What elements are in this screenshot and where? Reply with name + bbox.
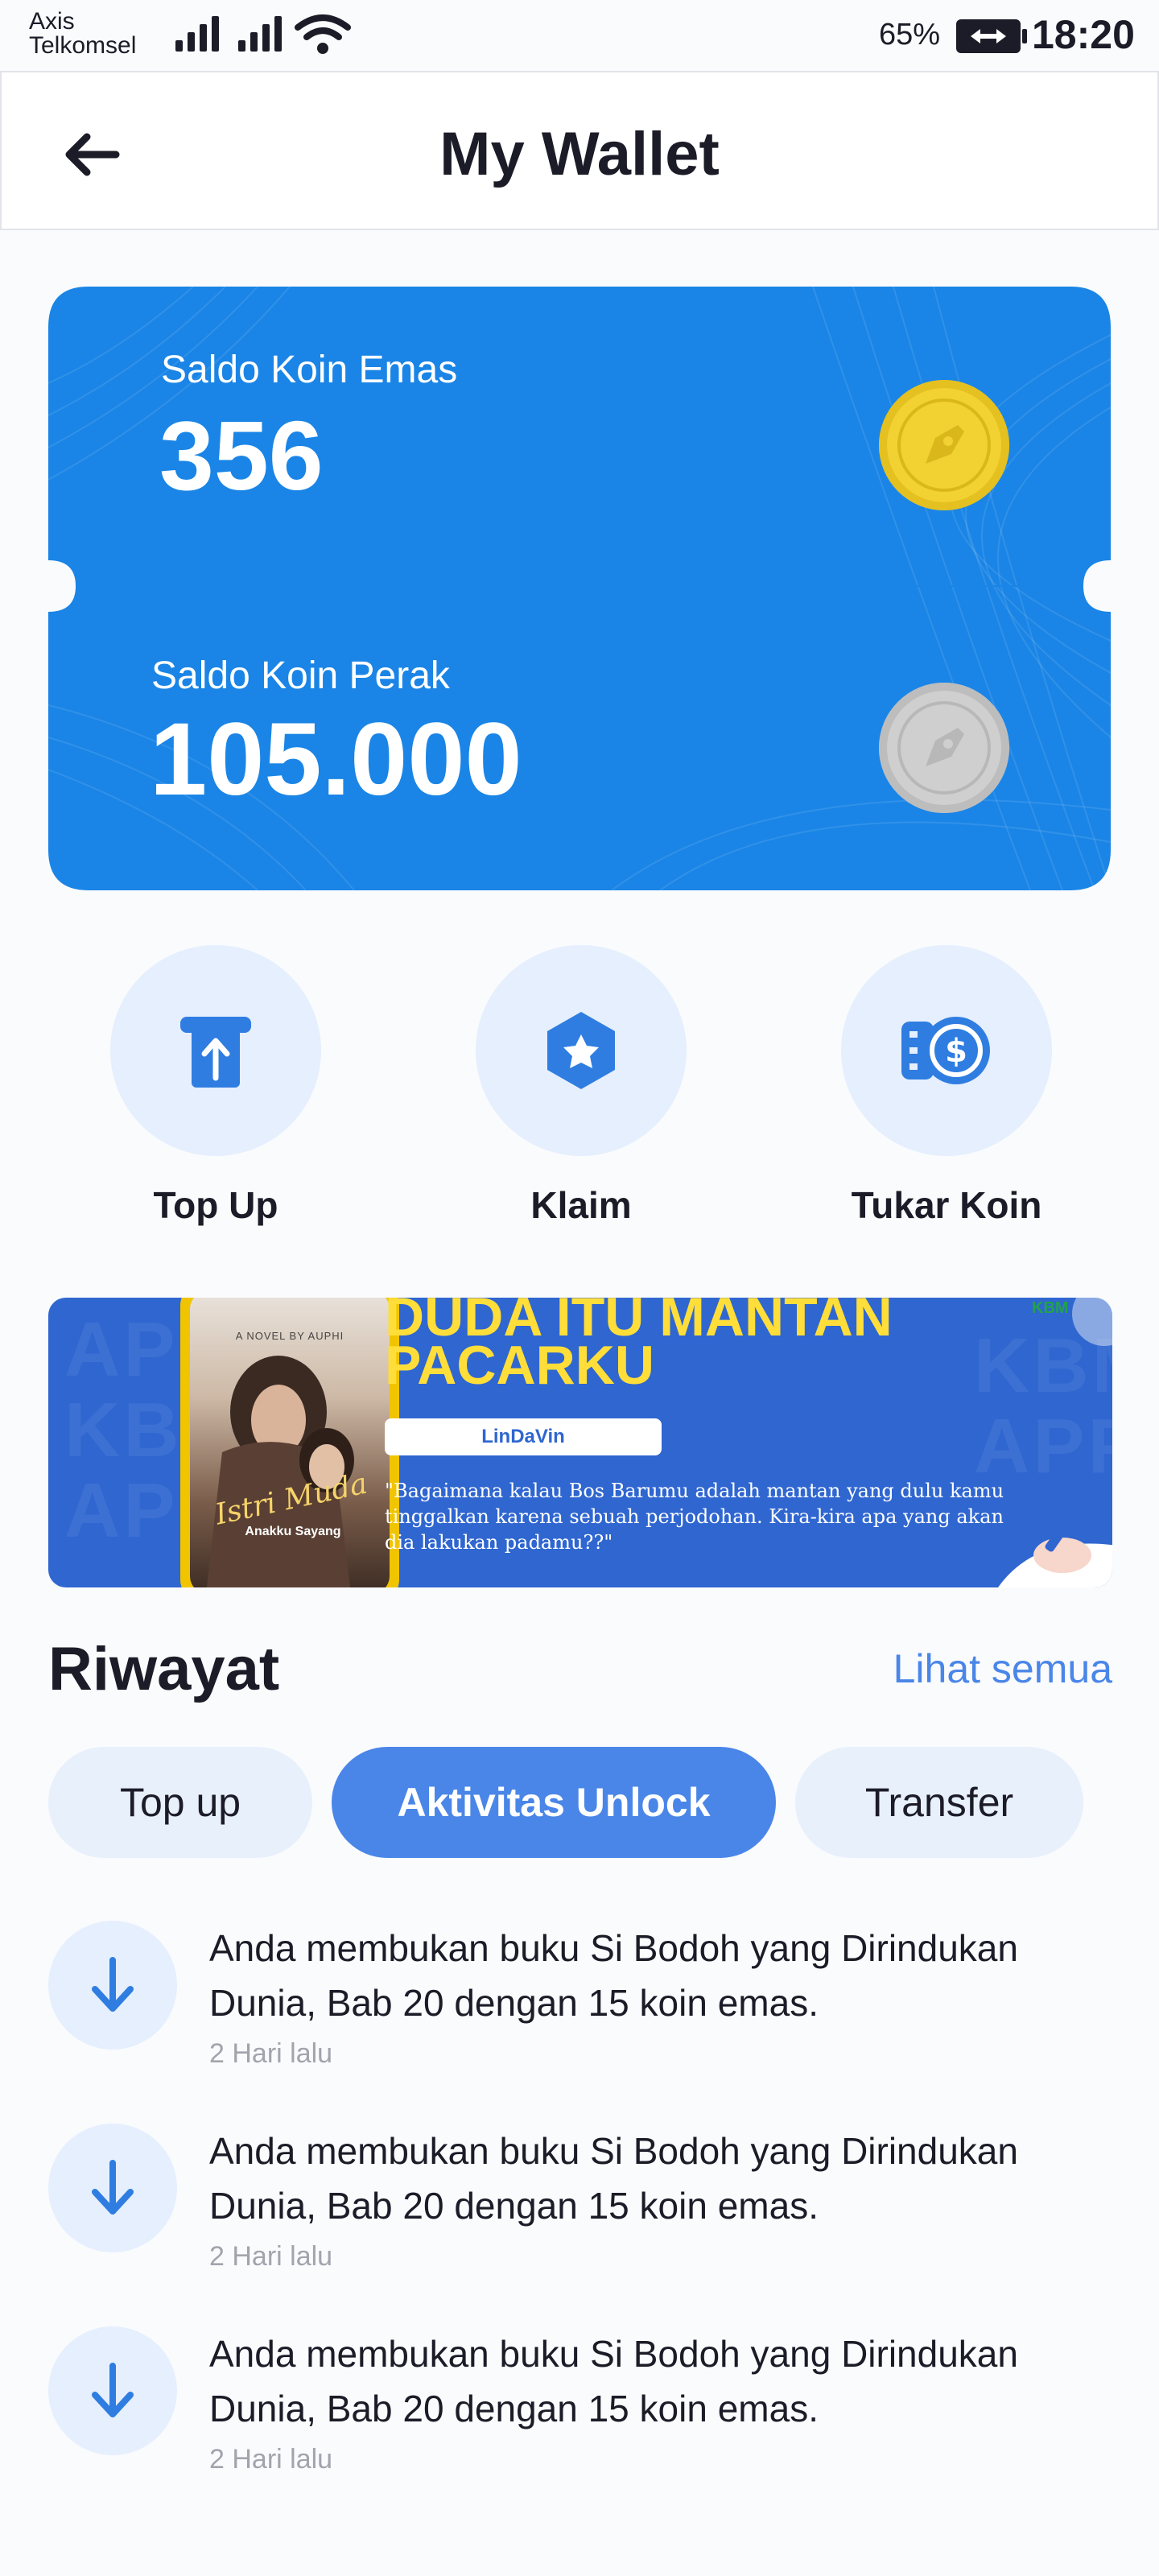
wallet-balance-card: Saldo Koin Emas 356 Saldo Koin Perak 105… — [48, 287, 1111, 890]
wallet-actions: Top Up Klaim $ Tukar Koin — [0, 945, 1159, 1243]
svg-text:$: $ — [945, 1033, 967, 1070]
tab-transfer[interactable]: Transfer — [795, 1747, 1083, 1858]
book-cover-subtitle: Anakku Sayang — [245, 1525, 341, 1538]
top-up-icon-circle[interactable] — [110, 945, 321, 1156]
writing-hand-icon — [998, 1502, 1112, 1587]
list-item[interactable]: Anda membukan buku Si Bodoh yang Dirindu… — [0, 2326, 1159, 2504]
claim-icon-circle[interactable] — [476, 945, 687, 1156]
book-cover-illustration — [206, 1356, 354, 1587]
carrier-line-1: Axis — [29, 8, 75, 35]
exchange-coin-icon: $ — [901, 1017, 990, 1084]
book-cover: A NOVEL BY AUPHI Istri Muda Anakku Sayan… — [190, 1298, 390, 1587]
signal-icon — [175, 14, 219, 52]
arrow-down-icon — [48, 1921, 177, 2050]
banner-quote: "Bagaimana kalau Bos Barumu adalah manta… — [385, 1480, 1004, 1554]
exchange-coin-button[interactable]: $ Tukar Koin — [826, 945, 1067, 1227]
top-up-label: Top Up — [153, 1184, 278, 1226]
history-item-time: 2 Hari lalu — [209, 2444, 333, 2475]
wifi-icon — [295, 13, 351, 60]
list-item[interactable]: Anda membukan buku Si Bodoh yang Dirindu… — [0, 2124, 1159, 2301]
battery-percent: 65% — [879, 18, 941, 52]
atm-topup-icon — [180, 1017, 251, 1088]
banner-author: LinDaVin — [385, 1418, 662, 1455]
tab-unlock-activity[interactable]: Aktivitas Unlock — [332, 1747, 776, 1858]
book-cover-phone: A NOVEL BY AUPHI Istri Muda Anakku Sayan… — [180, 1298, 399, 1587]
see-all-link[interactable]: Lihat semua — [893, 1645, 1112, 1692]
exchange-icon-circle[interactable]: $ — [841, 945, 1052, 1156]
status-bar: Axis Telkomsel 65% 18:20 — [0, 0, 1159, 71]
page-title: My Wallet — [439, 120, 720, 188]
history-title: Riwayat — [48, 1635, 280, 1703]
tab-top-up[interactable]: Top up — [48, 1747, 312, 1858]
silver-coin-icon — [879, 683, 1009, 813]
top-up-button[interactable]: Top Up — [95, 945, 336, 1227]
app-header: My Wallet — [0, 71, 1159, 230]
list-item[interactable]: Anda membukan buku Si Bodoh yang Dirindu… — [0, 1921, 1159, 2098]
promo-banner[interactable]: APP KBM APP KBM APP A NOVEL BY AUPHI Ist… — [48, 1298, 1112, 1587]
claim-badge-icon — [547, 1012, 615, 1089]
battery-charging-icon — [956, 19, 1027, 53]
carrier-line-2: Telkomsel — [29, 32, 137, 59]
silver-balance-label: Saldo Koin Perak — [151, 654, 450, 697]
arrow-down-icon — [48, 2124, 177, 2252]
arrow-down-icon — [48, 2326, 177, 2455]
gold-balance-value: 356 — [159, 401, 324, 510]
history-item-text: Anda membukan buku Si Bodoh yang Dirindu… — [209, 2130, 1018, 2227]
signal-icon — [238, 14, 282, 52]
claim-button[interactable]: Klaim — [460, 945, 702, 1227]
claim-label: Klaim — [530, 1184, 632, 1226]
banner-title-line-2: PACARKU — [385, 1335, 654, 1396]
silver-balance-value: 105.000 — [150, 702, 522, 817]
exchange-coin-label: Tukar Koin — [851, 1184, 1042, 1226]
status-time: 18:20 — [1032, 12, 1135, 57]
history-item-time: 2 Hari lalu — [209, 2038, 333, 2069]
gold-balance-label: Saldo Koin Emas — [161, 349, 458, 391]
history-item-text: Anda membukan buku Si Bodoh yang Dirindu… — [209, 2333, 1018, 2429]
carrier-name: Axis Telkomsel — [29, 10, 136, 58]
kbm-logo: KBM — [1032, 1299, 1069, 1317]
history-item-text: Anda membukan buku Si Bodoh yang Dirindu… — [209, 1927, 1018, 2024]
gold-coin-icon — [879, 380, 1009, 510]
history-item-time: 2 Hari lalu — [209, 2241, 333, 2272]
